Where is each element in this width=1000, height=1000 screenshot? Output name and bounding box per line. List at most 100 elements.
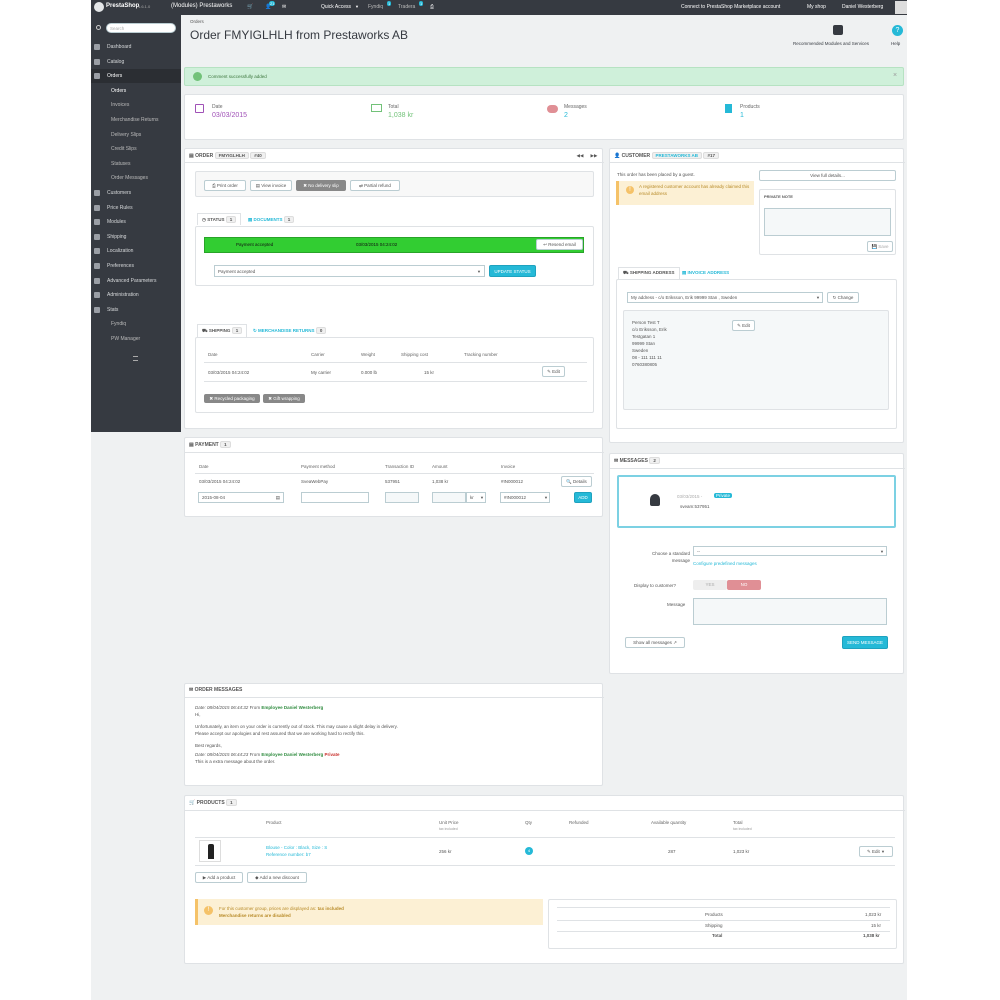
add-payment-button[interactable]: ADD	[574, 492, 592, 503]
employee-menu[interactable]: Daniel Westerberg	[842, 4, 883, 10]
address-select[interactable]: My address - c/o Eriksson, Erik 99999 St…	[627, 292, 823, 303]
message-textarea[interactable]	[693, 598, 887, 625]
show-all-messages-button[interactable]: Show all messages ↗	[625, 637, 685, 648]
order-status-select[interactable]: Payment accepted ▼	[214, 265, 485, 277]
sidebar-item-stats[interactable]: Stats	[91, 303, 181, 317]
brand-name[interactable]: PrestaShop	[106, 3, 139, 9]
print-order-button[interactable]: ⎙ Print order	[204, 180, 246, 191]
sidebar-item-localization[interactable]: Localization	[91, 244, 181, 258]
add-product-button[interactable]: ▶ Add a product	[195, 872, 243, 883]
fyndiq-link[interactable]: Fyndiq	[368, 4, 383, 10]
tab-documents[interactable]: ▤ DOCUMENTS 1	[243, 213, 299, 225]
partial-refund-button[interactable]: ⇄ Partial refund	[350, 180, 400, 191]
sidebar-subitem-statuses[interactable]: Statuses	[91, 157, 181, 171]
yes-label: YES	[705, 582, 715, 587]
collapse-sidebar-icon[interactable]	[133, 356, 138, 361]
product-col-qty: Qty	[525, 820, 533, 825]
view-invoice-button[interactable]: ▤ View invoice	[250, 180, 292, 191]
product-col-unit-price: Unit Price	[439, 820, 459, 825]
shop-context[interactable]: (Modules) Prestaworks	[171, 3, 232, 9]
address-tab-content: My address - c/o Eriksson, Erik 99999 St…	[616, 279, 897, 429]
sidebar-search-input[interactable]: Search	[106, 23, 176, 33]
sidebar-item-fyndiq[interactable]: Fyndiq	[91, 317, 181, 331]
sidebar-item-preferences[interactable]: Preferences	[91, 259, 181, 273]
new-payment-date-input[interactable]: 2015-08-04 ▤	[198, 492, 284, 503]
sidebar-item-pw-manager[interactable]: PW Manager	[91, 332, 181, 346]
alert-close-button[interactable]: ×	[893, 72, 897, 79]
sidebar-subitem-invoices-label: Invoices	[111, 102, 130, 109]
order-message-1-line: Best regards,	[195, 743, 222, 748]
send-message-button[interactable]: SEND MESSAGE	[842, 636, 888, 649]
configure-predefined-link[interactable]: Configure predefined messages	[693, 561, 757, 566]
status-date: 03/03/2015 04:24:02	[356, 242, 398, 247]
help-link[interactable]: Help	[891, 41, 900, 46]
tab-status[interactable]: ◷ STATUS 1	[197, 213, 242, 225]
totals-shipping-value: 15 kr	[871, 923, 882, 928]
recommended-modules-link[interactable]: Recommended Modules and Services	[793, 41, 869, 46]
sidebar-item-administration[interactable]: Administration	[91, 288, 181, 302]
recycled-label: Recycled packaging	[214, 396, 255, 401]
tab-shipping-label: SHIPPING	[208, 328, 231, 333]
help-icon[interactable]: ?	[892, 25, 903, 36]
currency-select[interactable]: kr ▼	[466, 492, 486, 503]
message-item: 03/03/2015 - Private sveam:537951	[617, 475, 896, 528]
tradera-link[interactable]: Tradera	[398, 4, 415, 10]
next-order-button[interactable]: ▶▶	[589, 151, 599, 160]
tab-shipping-address[interactable]: ⛟ SHIPPING ADDRESS	[618, 267, 680, 279]
payment-details-button[interactable]: 🔍 Details	[561, 476, 592, 487]
previous-order-button[interactable]: ◀◀	[575, 151, 585, 160]
messages-icon[interactable]: ✉	[282, 4, 286, 10]
order-message-1-line: Hi,	[195, 712, 201, 717]
ship-weight: 0.000 lb	[361, 370, 378, 375]
sidebar-subitem-order-messages[interactable]: Order Messages	[91, 171, 181, 185]
view-full-details-button[interactable]: View full details...	[759, 170, 896, 181]
order-totals-panel: Products 1,023 kr Shipping 15 kr Total 1…	[548, 899, 897, 949]
marketplace-connect-link[interactable]: Connect to PrestaShop Marketplace accoun…	[681, 4, 780, 10]
tab-shipping[interactable]: ⛟ SHIPPING 1	[197, 324, 248, 337]
sidebar-subitem-invoices[interactable]: Invoices	[91, 98, 181, 112]
add-discount-button[interactable]: ◆ Add a new discount	[247, 872, 307, 883]
edit-shipping-button[interactable]: ✎ Edit	[542, 366, 565, 377]
new-invoice-select[interactable]: #IN000012 ▼	[500, 492, 550, 503]
new-amount-input[interactable]	[432, 492, 466, 503]
puzzle-icon[interactable]	[833, 25, 843, 35]
sidebar-item-orders[interactable]: Orders	[91, 69, 181, 84]
sidebar-item-dashboard[interactable]: Dashboard	[91, 40, 181, 54]
address-line: 0760380805	[632, 362, 658, 367]
private-note-textarea[interactable]	[764, 208, 891, 236]
ship-col-date: Date	[208, 352, 218, 357]
edit-address-button[interactable]: ✎ Edit	[732, 320, 755, 331]
tab-merchandise-returns[interactable]: ↻ MERCHANDISE RETURNS 0	[248, 324, 331, 336]
sidebar-item-price-rules[interactable]: Price Rules	[91, 201, 181, 215]
change-address-button[interactable]: ↻ Change	[827, 292, 859, 303]
update-status-button[interactable]: UPDATE STATUS	[489, 265, 536, 277]
sidebar-item-modules[interactable]: Modules	[91, 215, 181, 229]
product-name-link[interactable]: Blouse - Color : Black, Size : S	[266, 845, 327, 850]
sidebar-item-advanced-parameters[interactable]: Advanced Parameters	[91, 274, 181, 288]
add-payment-label: ADD	[578, 495, 588, 500]
quick-access-menu[interactable]: Quick Access	[321, 4, 351, 10]
sidebar-subitem-credit-slips[interactable]: Credit Slips	[91, 142, 181, 156]
new-payment-method-input[interactable]	[301, 492, 369, 503]
sidebar-item-catalog[interactable]: Catalog	[91, 55, 181, 69]
my-shop-link[interactable]: My shop	[807, 4, 826, 10]
customer-name-badge[interactable]: PRESTAWORKS AB	[651, 152, 703, 159]
sidebar-subitem-delivery-slips[interactable]: Delivery Slips	[91, 128, 181, 142]
sidebar-item-customers[interactable]: Customers	[91, 186, 181, 200]
edit-product-button[interactable]: ✎ Edit ▼	[859, 846, 893, 857]
sidebar-subitem-merchandise-returns[interactable]: Merchandise Returns	[91, 113, 181, 127]
standard-message-select[interactable]: -- ▼	[693, 546, 887, 556]
prestashop-logo-icon[interactable]	[94, 2, 104, 12]
display-yes-toggle[interactable]: YES	[693, 580, 727, 590]
sidebar-subitem-orders[interactable]: Orders	[91, 84, 181, 98]
display-no-toggle[interactable]: NO	[727, 580, 761, 590]
employee-avatar[interactable]	[895, 1, 907, 14]
new-transaction-id-input[interactable]	[385, 492, 419, 503]
cart-icon[interactable]: 🛒	[247, 4, 253, 10]
sidebar-item-shipping[interactable]: Shipping	[91, 230, 181, 244]
resend-email-button[interactable]: ↩ Resend email	[536, 239, 583, 250]
breadcrumb[interactable]: Orders	[190, 19, 204, 24]
tab-invoice-address[interactable]: ▤ INVOICE ADDRESS	[677, 267, 734, 278]
ship-col-cost: Shipping cost	[401, 352, 429, 357]
printer-icon[interactable]: ⎙	[430, 4, 434, 10]
